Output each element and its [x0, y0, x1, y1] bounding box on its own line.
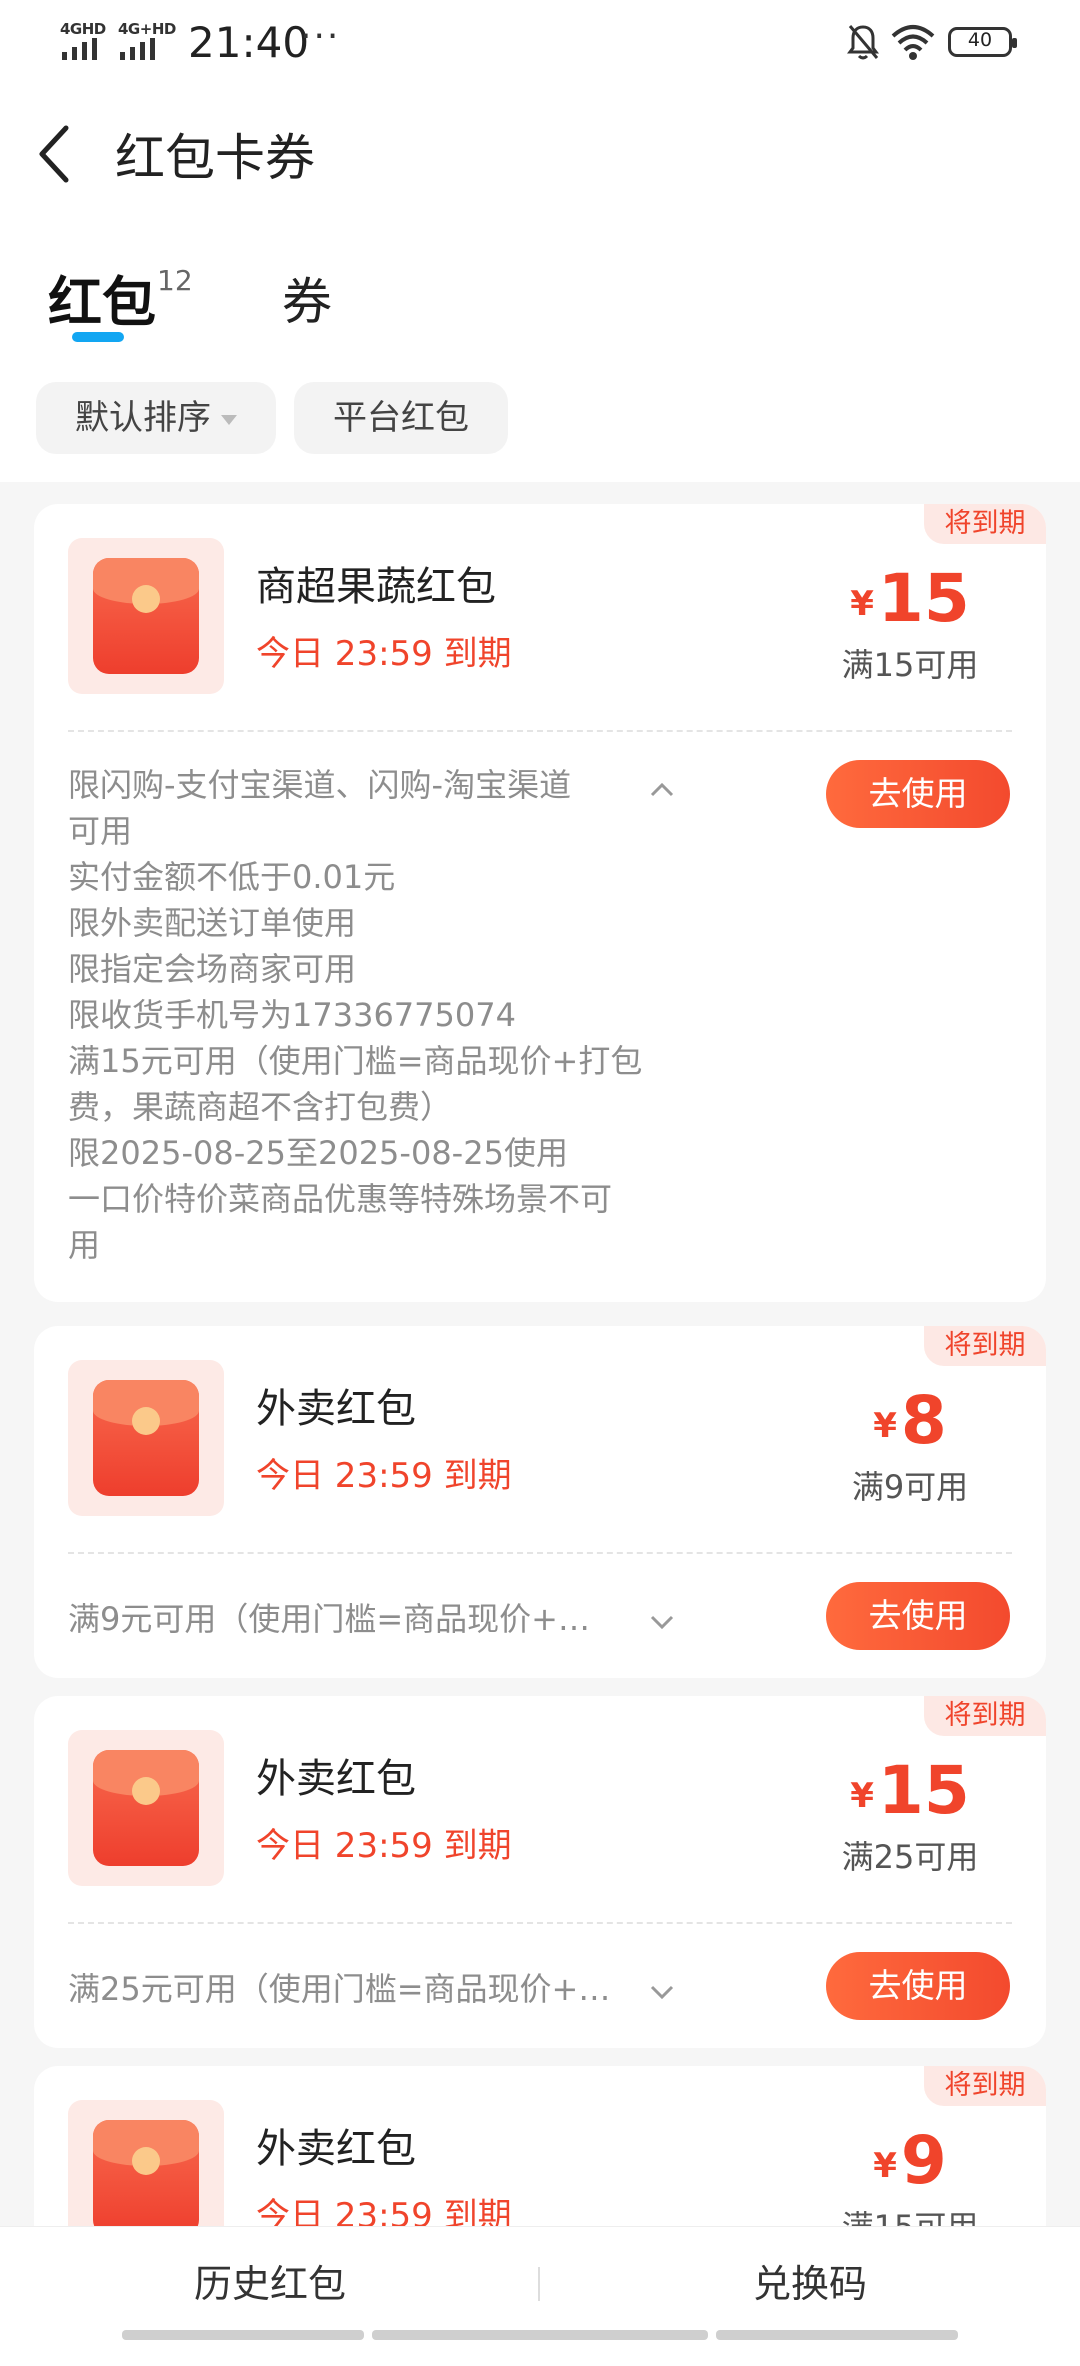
page-title: 红包卡券	[115, 129, 315, 187]
status-bar: 4GHD 4G+HD 21:40 ··· 40	[0, 0, 1080, 84]
expiring-badge: 将到期	[924, 2066, 1046, 2106]
rule-line: 限收货手机号为17336775074	[68, 996, 516, 1034]
red-packet-icon	[68, 1360, 224, 1516]
rule-line: 实付金额不低于0.01元	[68, 858, 396, 896]
nav-gesture-strip	[372, 2330, 708, 2340]
card-amount: ¥15	[810, 1752, 1010, 1829]
rule-line: 用	[68, 1226, 101, 1264]
rule-line: 限闪购-支付宝渠道、闪购-淘宝渠道	[68, 766, 572, 804]
history-red-packets-button[interactable]: 历史红包	[0, 2253, 540, 2308]
amount-value: 15	[877, 560, 970, 637]
bell-muted-icon	[847, 25, 879, 60]
card-amount: ¥15	[810, 560, 1010, 637]
rule-line: 限指定会场商家可用	[68, 950, 357, 988]
redeem-code-button[interactable]: 兑换码	[540, 2253, 1080, 2308]
rule-line: 费，果蔬商超不含打包费）	[68, 1088, 453, 1126]
amount-value: 8	[900, 1382, 947, 1459]
chevron-up-icon[interactable]	[648, 776, 676, 804]
currency-symbol: ¥	[850, 584, 874, 624]
dropdown-triangle-icon	[221, 414, 237, 425]
bottom-bar: 历史红包 兑换码	[0, 2226, 1080, 2341]
card-expiry: 今日 23:59 到期	[256, 1826, 512, 1866]
red-packet-list[interactable]: 将到期 商超果蔬红包 今日 23:59 到期 ¥15 满15可用 限闪购-支付宝…	[0, 482, 1080, 2366]
rule-line: 可用	[68, 812, 133, 850]
card-title: 商超果蔬红包	[256, 564, 496, 610]
card-amount: ¥8	[810, 1382, 1010, 1459]
card-expiry: 今日 23:59 到期	[256, 634, 512, 674]
tab-red-packets-count: 12	[157, 264, 193, 297]
use-button[interactable]: 去使用	[826, 1582, 1010, 1650]
red-packet-icon	[68, 538, 224, 694]
dashed-divider	[68, 730, 1012, 732]
chevron-down-icon[interactable]	[648, 1978, 676, 2006]
chevron-down-icon[interactable]	[648, 1608, 676, 1636]
use-button[interactable]: 去使用	[826, 1952, 1010, 2020]
platform-filter-chip[interactable]: 平台红包	[294, 382, 508, 454]
sort-dropdown[interactable]: 默认排序	[36, 382, 276, 454]
dashed-divider	[68, 1922, 1012, 1924]
red-packet-card: 将到期 外卖红包 今日 23:59 到期 ¥8 满9可用 满9元可用（使用门槛=…	[34, 1326, 1046, 1678]
rule-line: 满15元可用（使用门槛=商品现价+打包	[68, 1042, 643, 1080]
battery-level: 40	[967, 29, 993, 51]
expiring-badge: 将到期	[924, 1696, 1046, 1736]
rule-line: 限外卖配送订单使用	[68, 904, 357, 942]
card-amount: ¥9	[810, 2122, 1010, 2199]
amount-value: 9	[900, 2122, 947, 2199]
red-packet-icon	[68, 1730, 224, 1886]
clock: 21:40	[188, 18, 310, 67]
card-title: 外卖红包	[256, 1756, 416, 1802]
platform-label: 平台红包	[333, 398, 469, 438]
dashed-divider	[68, 1552, 1012, 1554]
currency-symbol: ¥	[850, 1776, 874, 1816]
active-tab-indicator	[72, 332, 124, 342]
sort-label: 默认排序	[75, 398, 211, 438]
rule-summary: 满25元可用（使用门槛=商品现价+…	[68, 1970, 611, 2008]
tab-red-packets[interactable]: 红包	[48, 258, 156, 337]
expiring-badge: 将到期	[924, 1326, 1046, 1366]
signal-label: 4GHD	[60, 20, 106, 38]
battery-icon: 40	[948, 27, 1017, 57]
expiring-badge: 将到期	[924, 504, 1046, 544]
card-expiry: 今日 23:59 到期	[256, 1456, 512, 1496]
currency-symbol: ¥	[873, 2146, 897, 2186]
tab-coupons[interactable]: 券	[282, 262, 332, 334]
card-title: 外卖红包	[256, 2126, 416, 2172]
nav-gesture-strip	[122, 2330, 364, 2340]
use-button[interactable]: 去使用	[826, 760, 1010, 828]
usage-rules: 限闪购-支付宝渠道、闪购-淘宝渠道 可用 实付金额不低于0.01元 限外卖配送订…	[68, 762, 718, 1268]
card-threshold: 满15可用	[841, 646, 979, 684]
rule-summary: 满9元可用（使用门槛=商品现价+…	[68, 1600, 590, 1638]
red-packet-card: 将到期 外卖红包 今日 23:59 到期 ¥15 满25可用 满25元可用（使用…	[34, 1696, 1046, 2048]
card-title: 外卖红包	[256, 1386, 416, 1432]
rule-line: 限2025-08-25至2025-08-25使用	[68, 1134, 568, 1172]
rule-line: 一口价特价菜商品优惠等特殊场景不可	[68, 1180, 613, 1218]
currency-symbol: ¥	[873, 1406, 897, 1446]
card-threshold: 满25可用	[841, 1838, 979, 1876]
more-notifications-icon: ···	[300, 16, 341, 57]
wifi-icon	[891, 25, 935, 60]
amount-value: 15	[877, 1752, 970, 1829]
nav-gesture-strip	[716, 2330, 958, 2340]
back-arrow-icon[interactable]	[34, 122, 74, 186]
card-threshold: 满9可用	[851, 1468, 969, 1506]
signal-label: 4G+HD	[118, 20, 176, 38]
red-packet-card: 将到期 商超果蔬红包 今日 23:59 到期 ¥15 满15可用 限闪购-支付宝…	[34, 504, 1046, 1302]
